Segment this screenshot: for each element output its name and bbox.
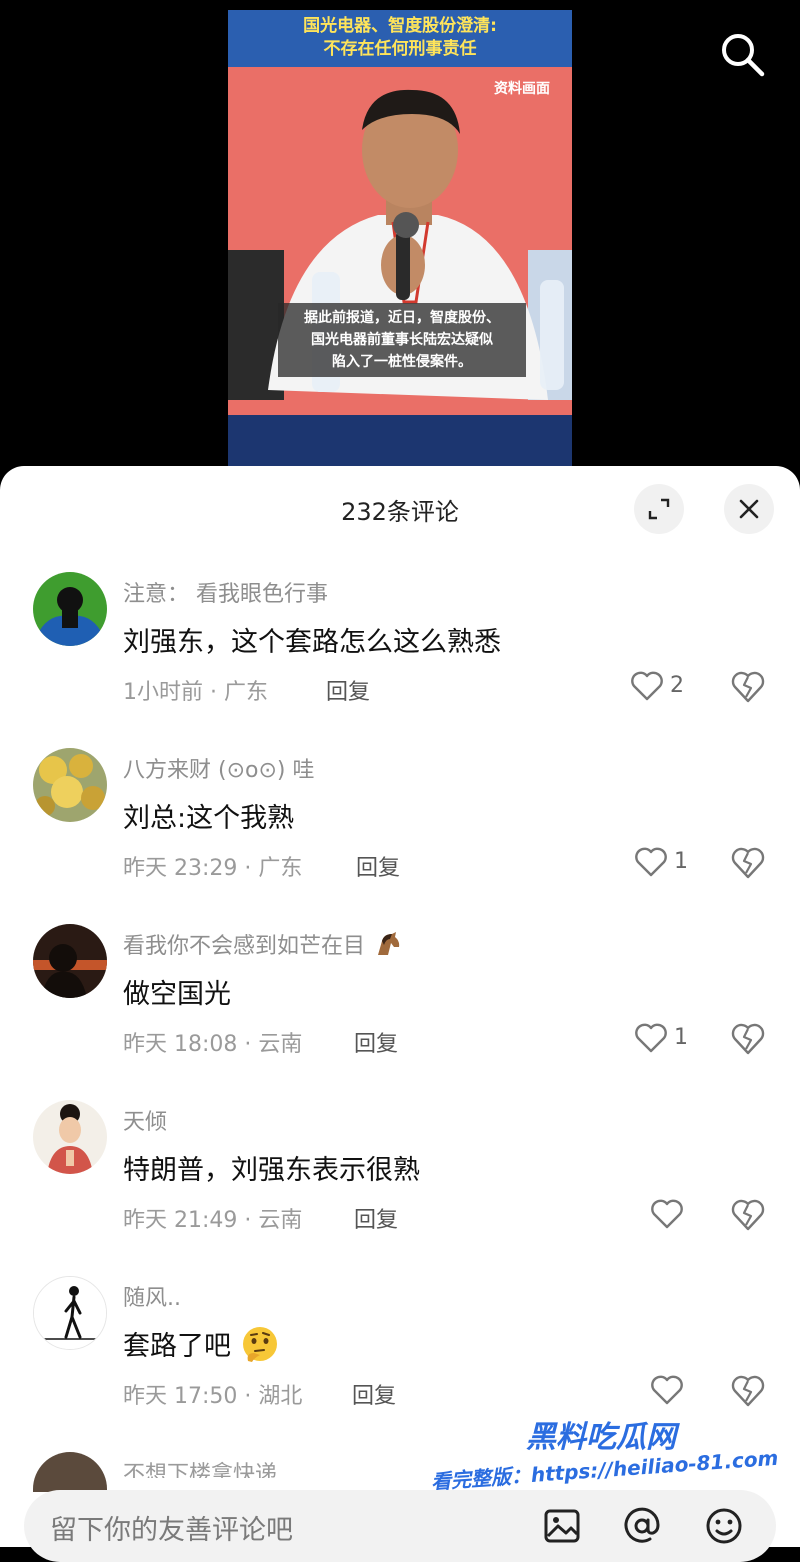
- mention-button[interactable]: [622, 1506, 662, 1546]
- caption-line-3: 陷入了一桩性侵案件。: [332, 354, 472, 370]
- emoji-icon: [706, 1508, 742, 1544]
- avatar-partial-image: [33, 1452, 107, 1492]
- emoji-button[interactable]: [704, 1506, 744, 1546]
- comment-item: 随风.. 套路了吧 昨天 17:50 · 湖北 回复: [0, 1276, 800, 1446]
- reply-button[interactable]: 回复: [354, 1202, 398, 1234]
- comment-item: 注意： 看我眼色行事 刘强东，这个套路怎么这么熟悉 1小时前 · 广东 回复 2: [0, 572, 800, 742]
- close-button[interactable]: [724, 484, 774, 534]
- comment-username[interactable]: 不想下楼拿快递: [123, 1456, 277, 1478]
- image-button[interactable]: [542, 1506, 582, 1546]
- comment-input-bar[interactable]: 留下你的友善评论吧: [24, 1490, 776, 1562]
- banner-line-2: 不存在任何刑事责任: [323, 39, 477, 59]
- broken-heart-icon: [731, 1199, 765, 1231]
- comment-text[interactable]: 刘总:这个我熟: [123, 796, 294, 835]
- caption-line-2: 国光电器前董事长陆宏达疑似: [311, 332, 493, 348]
- comment-username[interactable]: 天倾: [123, 1104, 167, 1136]
- horse-emoji-icon: [378, 932, 400, 955]
- search-button[interactable]: [716, 28, 770, 82]
- heart-icon: [635, 1023, 667, 1053]
- comment-text-content: 套路了吧: [123, 1331, 231, 1362]
- like-button[interactable]: [650, 1372, 740, 1412]
- avatar[interactable]: [33, 572, 107, 646]
- comment-text[interactable]: 刘强东，这个套路怎么这么熟悉: [123, 620, 501, 659]
- image-icon: [544, 1509, 580, 1543]
- comment-text[interactable]: 套路了吧: [123, 1324, 280, 1363]
- reply-button[interactable]: 回复: [352, 1378, 396, 1410]
- expand-button[interactable]: [634, 484, 684, 534]
- dislike-button[interactable]: [730, 1022, 766, 1058]
- video-player[interactable]: 国光电器、智度股份澄清: 不存在任何刑事责任 资料画面 据此前报道，近日，智度股…: [0, 0, 800, 470]
- avatar[interactable]: [33, 1452, 107, 1492]
- like-count: 1: [674, 1025, 688, 1050]
- video-caption: 据此前报道，近日，智度股份、 国光电器前董事长陆宏达疑似 陷入了一桩性侵案件。: [278, 303, 526, 377]
- comment-meta: 昨天 23:29 · 广东: [123, 856, 303, 881]
- comment-input[interactable]: 留下你的友善评论吧: [50, 1508, 293, 1547]
- heart-icon: [651, 1199, 683, 1229]
- comment-text[interactable]: 特朗普，刘强东表示很熟: [123, 1148, 420, 1187]
- reply-button[interactable]: 回复: [356, 850, 400, 882]
- avatar[interactable]: [33, 924, 107, 998]
- avatar-flowers-image: [33, 748, 107, 822]
- comment-text[interactable]: 做空国光: [123, 972, 231, 1011]
- avatar[interactable]: [33, 748, 107, 822]
- search-icon: [722, 34, 765, 77]
- reply-button[interactable]: 回复: [354, 1026, 398, 1058]
- dislike-button[interactable]: [730, 670, 766, 706]
- comment-username[interactable]: 八方来财 (⊙o⊙) 哇: [123, 752, 314, 784]
- broken-heart-icon: [731, 1023, 765, 1055]
- heart-icon: [635, 847, 667, 877]
- avatar[interactable]: [33, 1276, 107, 1350]
- close-icon: [739, 499, 759, 519]
- comments-header: 232条评论: [0, 466, 800, 552]
- video-banner: 国光电器、智度股份澄清: 不存在任何刑事责任: [228, 10, 572, 67]
- comment-username[interactable]: 看我你不会感到如芒在目: [123, 928, 402, 960]
- broken-heart-icon: [731, 671, 765, 703]
- caption-line-1: 据此前报道，近日，智度股份、: [304, 310, 500, 326]
- banner-line-1: 国光电器、智度股份澄清:: [303, 16, 497, 36]
- avatar-sunset-image: [33, 924, 107, 998]
- heart-icon: [631, 671, 663, 701]
- dislike-button[interactable]: [730, 1198, 766, 1234]
- avatar-silhouette-image: [33, 572, 107, 646]
- avatar-portrait-image: [33, 1100, 107, 1174]
- comment-meta: 昨天 21:49 · 云南: [123, 1208, 303, 1233]
- comment-item: 八方来财 (⊙o⊙) 哇 刘总:这个我熟 昨天 23:29 · 广东 回复 1: [0, 748, 800, 918]
- like-count: 2: [670, 673, 684, 698]
- avatar[interactable]: [33, 1100, 107, 1174]
- reference-footage-label: 资料画面: [494, 81, 550, 97]
- dislike-button[interactable]: [730, 1374, 766, 1410]
- comment-item: 看我你不会感到如芒在目 做空国光 昨天 18:08 · 云南 回复 1: [0, 924, 800, 1094]
- reply-button[interactable]: 回复: [326, 674, 370, 706]
- comment-item: 天倾 特朗普，刘强东表示很熟 昨天 21:49 · 云南 回复: [0, 1100, 800, 1270]
- dislike-button[interactable]: [730, 846, 766, 882]
- like-button[interactable]: 1: [634, 1020, 724, 1060]
- avatar-stickman-image: [34, 1277, 106, 1349]
- comment-username-text: 看我你不会感到如芒在目: [123, 934, 366, 959]
- expand-icon: [648, 498, 670, 520]
- broken-heart-icon: [731, 847, 765, 879]
- like-count: 1: [674, 849, 688, 874]
- comment-username[interactable]: 随风..: [123, 1280, 181, 1312]
- like-button[interactable]: 2: [630, 668, 720, 708]
- at-icon: [624, 1507, 660, 1543]
- like-button[interactable]: [650, 1196, 740, 1236]
- comment-username[interactable]: 注意： 看我眼色行事: [123, 576, 328, 608]
- thinking-face-emoji-icon: [242, 1327, 277, 1362]
- heart-icon: [651, 1375, 683, 1405]
- broken-heart-icon: [731, 1375, 765, 1407]
- like-button[interactable]: 1: [634, 844, 724, 884]
- comment-meta: 昨天 18:08 · 云南: [123, 1032, 303, 1057]
- comment-meta: 昨天 17:50 · 湖北: [123, 1384, 303, 1409]
- comment-meta: 1小时前 · 广东: [123, 680, 268, 705]
- video-frame[interactable]: 国光电器、智度股份澄清: 不存在任何刑事责任 资料画面 据此前报道，近日，智度股…: [228, 10, 572, 466]
